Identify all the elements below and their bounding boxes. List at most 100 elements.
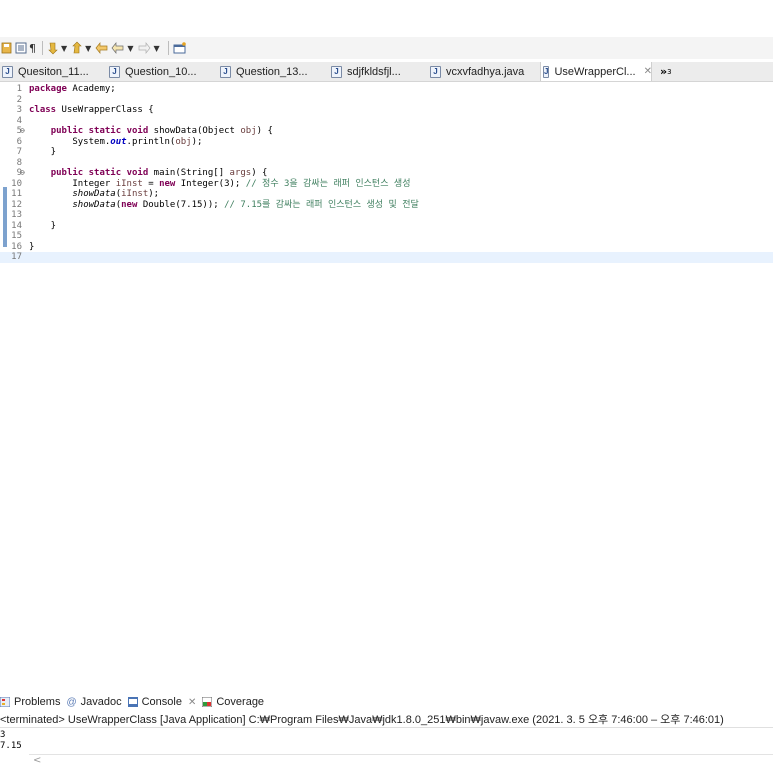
- code-token: showData(Object: [148, 126, 241, 136]
- code-token: void: [126, 168, 149, 178]
- tab-coverage[interactable]: Coverage: [201, 696, 265, 708]
- prev-annotation-icon[interactable]: [71, 39, 83, 57]
- code-token: =: [142, 178, 160, 189]
- pin-editor-icon[interactable]: [173, 39, 187, 57]
- tab-label: sdjfkldsfjl...: [347, 65, 401, 78]
- code-line[interactable]: 13: [0, 210, 773, 221]
- chevron-down-icon[interactable]: ▼: [85, 44, 91, 53]
- code-line[interactable]: 11 showData(iInst);: [0, 189, 773, 200]
- line-number: 11: [11, 189, 22, 199]
- line-number: 6: [16, 136, 22, 147]
- tab-label: Question_10...: [125, 65, 197, 78]
- back-icon[interactable]: [111, 39, 125, 57]
- code-token: // 정수 3을 감싸는 래퍼 인스턴스 생성: [245, 178, 411, 189]
- code-token: Integer: [29, 178, 116, 189]
- code-text: }: [29, 147, 56, 158]
- tab-label: Question_13...: [236, 65, 308, 78]
- code-line[interactable]: 10 Integer iInst = new Integer(3); // 정수…: [0, 179, 773, 190]
- chevron-down-icon[interactable]: ▼: [127, 44, 133, 53]
- line-number: 1: [16, 84, 22, 94]
- forward-icon[interactable]: [137, 39, 151, 57]
- save-all-icon[interactable]: [1, 39, 13, 57]
- console-header: <terminated> UseWrapperClass [Java Appli…: [0, 712, 773, 728]
- editor-toolbar: ¶ ▼ ▼ ▼ ▼: [0, 37, 773, 59]
- tab-question-13[interactable]: J Question_13...: [218, 62, 329, 81]
- code-token: showData: [72, 199, 116, 210]
- java-file-icon: J: [543, 65, 550, 78]
- code-line[interactable]: 14 }: [0, 221, 773, 232]
- overflow-chevron-icon: »: [660, 65, 668, 78]
- code-editor[interactable]: 1 package Academy; 2 3 class UseWrapperClass…: [0, 82, 773, 764]
- code-line[interactable]: 7 }: [0, 147, 773, 158]
- tab-label: Coverage: [216, 696, 265, 708]
- close-icon[interactable]: ✕: [188, 697, 196, 708]
- code-token: );: [148, 189, 160, 199]
- console-output[interactable]: 3 7.15: [0, 730, 773, 752]
- code-line[interactable]: 15: [0, 231, 773, 242]
- overflow-count: 3: [667, 67, 672, 76]
- code-line[interactable]: 16}: [0, 242, 773, 253]
- tab-overflow-button[interactable]: » 3: [652, 62, 680, 81]
- code-line[interactable]: 3 class UseWrapperClass {: [0, 105, 773, 116]
- scroll-left-icon[interactable]: <: [33, 755, 41, 764]
- console-icon: [127, 697, 138, 707]
- code-token: public: [50, 126, 84, 136]
- code-token: obj: [175, 136, 192, 147]
- code-line[interactable]: 1 package Academy;: [0, 84, 773, 95]
- line-number: 7: [16, 147, 22, 157]
- tab-usewrapperclass[interactable]: J UseWrapperCl... ✕: [540, 62, 652, 81]
- java-file-icon: J: [2, 65, 13, 78]
- last-edit-icon[interactable]: [95, 39, 109, 57]
- tab-question-10[interactable]: J Question_10...: [107, 62, 218, 81]
- horizontal-scrollbar[interactable]: <: [29, 754, 773, 764]
- code-token: class: [29, 105, 57, 115]
- code-line[interactable]: 9 ⊖ public static void main(String[] args…: [0, 168, 773, 179]
- code-line[interactable]: 4: [0, 116, 773, 127]
- fold-toggle-icon[interactable]: ⊖: [20, 126, 25, 137]
- tab-console[interactable]: Console ✕: [127, 696, 196, 708]
- chevron-down-icon[interactable]: ▼: [153, 44, 159, 53]
- tab-label: Javadoc: [80, 696, 122, 708]
- code-token: System.: [29, 136, 111, 147]
- code-line[interactable]: 6 System.out.println(obj);: [0, 137, 773, 148]
- code-token: }: [29, 147, 57, 157]
- bottom-panel-tabs: Problems @ Javadoc Console ✕ Coverage: [0, 693, 773, 711]
- tab-label: vcxvfadhya.java: [446, 65, 525, 78]
- tab-sdjfkldsfjl[interactable]: J sdjfkldsfjl...: [329, 62, 428, 81]
- java-file-icon: J: [220, 65, 231, 78]
- code-line[interactable]: 8: [0, 158, 773, 169]
- pilcrow-icon[interactable]: ¶: [29, 39, 36, 57]
- code-token: }: [29, 241, 35, 252]
- tab-javadoc[interactable]: @ Javadoc: [66, 696, 121, 708]
- code-text: package Academy;: [29, 84, 116, 95]
- code-line[interactable]: 5 ⊖ public static void showData(Object ob…: [0, 126, 773, 137]
- code-text: class UseWrapperClass {: [29, 105, 154, 116]
- code-token: );: [191, 136, 203, 147]
- problems-icon: [0, 696, 11, 708]
- code-token: static: [88, 168, 122, 178]
- tab-vcxvfadhya[interactable]: J vcxvfadhya.java: [428, 62, 540, 81]
- toggle-block-icon[interactable]: [15, 39, 27, 57]
- javadoc-icon: @: [66, 696, 77, 708]
- line-number: 14: [11, 220, 22, 231]
- close-icon[interactable]: ✕: [644, 66, 651, 77]
- code-token: Academy;: [66, 84, 116, 94]
- next-annotation-icon[interactable]: [47, 39, 59, 57]
- tab-problems[interactable]: Problems: [0, 696, 60, 708]
- java-file-icon: J: [331, 65, 342, 78]
- code-line[interactable]: 17: [0, 252, 773, 263]
- code-token: void: [126, 126, 149, 136]
- console-output-line: 3: [0, 730, 6, 740]
- code-line[interactable]: 2: [0, 95, 773, 106]
- tab-quesiton-11[interactable]: J Quesiton_11...: [0, 62, 107, 81]
- code-token: Double(7.15));: [137, 199, 225, 210]
- line-number: 13: [11, 210, 22, 220]
- chevron-down-icon[interactable]: ▼: [61, 44, 67, 53]
- tab-label: Problems: [14, 696, 61, 708]
- fold-toggle-icon[interactable]: ⊖: [20, 168, 25, 179]
- code-line[interactable]: 12 showData(new Double(7.15)); // 7.15를 …: [0, 200, 773, 211]
- code-token: showData: [72, 189, 116, 199]
- code-text: showData(iInst);: [29, 189, 159, 200]
- code-text: showData(new Double(7.15)); // 7.15를 감싸는…: [29, 199, 418, 211]
